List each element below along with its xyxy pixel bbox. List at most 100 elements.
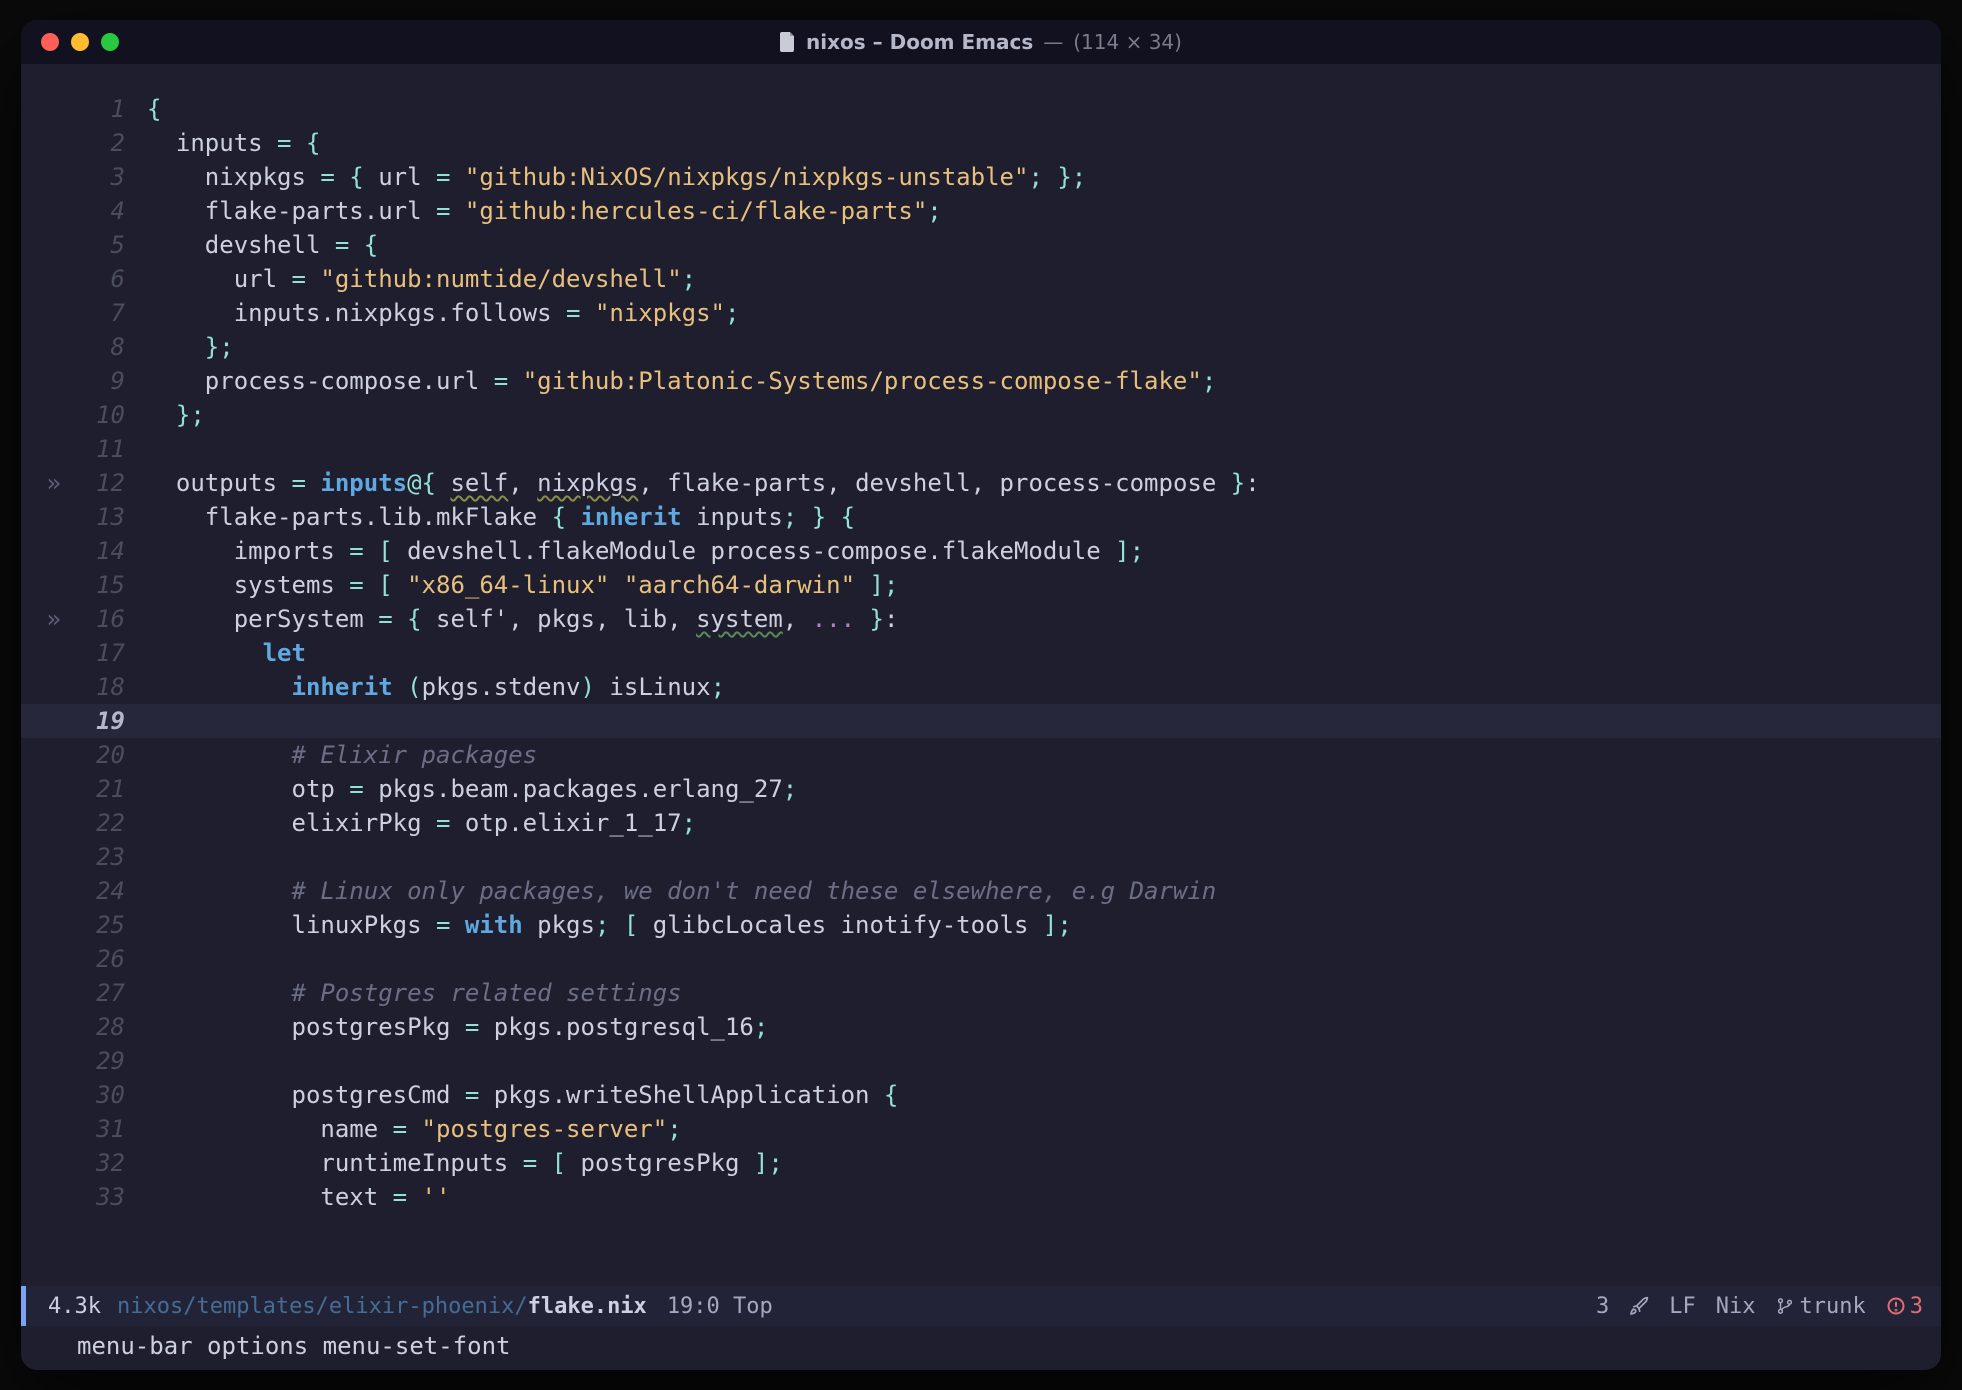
editor: 1{2 inputs = {3 nixpkgs = { url = "githu… <box>21 64 1941 1370</box>
code-line[interactable]: 17 let <box>21 636 1941 670</box>
code-line[interactable]: 15 systems = [ "x86_64-linux" "aarch64-d… <box>21 568 1941 602</box>
line-number: 14 <box>67 534 147 568</box>
minimize-button[interactable] <box>71 33 89 51</box>
code-line[interactable]: 26 <box>21 942 1941 976</box>
code-line[interactable]: 25 linuxPkgs = with pkgs; [ glibcLocales… <box>21 908 1941 942</box>
code-content: }; <box>147 398 205 432</box>
cursor-position: 19:0 Top <box>647 1294 773 1319</box>
code-line[interactable]: 31 name = "postgres-server"; <box>21 1112 1941 1146</box>
code-line[interactable]: 28 postgresPkg = pkgs.postgresql_16; <box>21 1010 1941 1044</box>
code-line[interactable]: »16 perSystem = { self', pkgs, lib, syst… <box>21 602 1941 636</box>
code-line[interactable]: 27 # Postgres related settings <box>21 976 1941 1010</box>
code-content: perSystem = { self', pkgs, lib, system, … <box>147 602 898 636</box>
mode-line: 4.3k nixos/templates/elixir-phoenix/ fla… <box>21 1286 1941 1326</box>
code-line[interactable]: 2 inputs = { <box>21 126 1941 160</box>
code-line[interactable]: 5 devshell = { <box>21 228 1941 262</box>
line-number: 8 <box>67 330 147 364</box>
gutter-mark <box>21 364 67 398</box>
code-line[interactable]: 6 url = "github:numtide/devshell"; <box>21 262 1941 296</box>
file-size: 4.3k <box>26 1294 117 1319</box>
code-content: name = "postgres-server"; <box>147 1112 682 1146</box>
code-line[interactable]: 8 }; <box>21 330 1941 364</box>
code-line[interactable]: 22 elixirPkg = otp.elixir_1_17; <box>21 806 1941 840</box>
line-ending: LF <box>1669 1294 1696 1319</box>
code-line[interactable]: 9 process-compose.url = "github:Platonic… <box>21 364 1941 398</box>
gutter-mark <box>21 942 67 976</box>
code-line[interactable]: 11 <box>21 432 1941 466</box>
gutter-mark <box>21 1044 67 1078</box>
code-line[interactable]: 18 inherit (pkgs.stdenv) isLinux; <box>21 670 1941 704</box>
checker-count: 3 <box>1596 1294 1609 1319</box>
line-number: 15 <box>67 568 147 602</box>
gutter-mark <box>21 670 67 704</box>
code-content: nixpkgs = { url = "github:NixOS/nixpkgs/… <box>147 160 1086 194</box>
code-content: imports = [ devshell.flakeModule process… <box>147 534 1144 568</box>
code-content: elixirPkg = otp.elixir_1_17; <box>147 806 696 840</box>
code-line[interactable]: 30 postgresCmd = pkgs.writeShellApplicat… <box>21 1078 1941 1112</box>
gutter-mark <box>21 296 67 330</box>
line-number: 21 <box>67 772 147 806</box>
code-content: flake-parts.lib.mkFlake { inherit inputs… <box>147 500 855 534</box>
line-number: 10 <box>67 398 147 432</box>
gutter-mark <box>21 126 67 160</box>
code-content: process-compose.url = "github:Platonic-S… <box>147 364 1216 398</box>
minibuffer[interactable]: menu-bar options menu-set-font <box>21 1326 1941 1370</box>
code-line[interactable]: 29 <box>21 1044 1941 1078</box>
code-content: runtimeInputs = [ postgresPkg ]; <box>147 1146 783 1180</box>
gutter-mark <box>21 806 67 840</box>
code-content: systems = [ "x86_64-linux" "aarch64-darw… <box>147 568 898 602</box>
gutter-mark <box>21 262 67 296</box>
code-content: flake-parts.url = "github:hercules-ci/fl… <box>147 194 942 228</box>
code-line[interactable]: 13 flake-parts.lib.mkFlake { inherit inp… <box>21 500 1941 534</box>
line-number: 11 <box>67 432 147 466</box>
code-line[interactable]: 14 imports = [ devshell.flakeModule proc… <box>21 534 1941 568</box>
code-line[interactable]: 20 # Elixir packages <box>21 738 1941 772</box>
line-number: 31 <box>67 1112 147 1146</box>
code-line[interactable]: 10 }; <box>21 398 1941 432</box>
close-button[interactable] <box>41 33 59 51</box>
gutter-mark <box>21 1146 67 1180</box>
line-number: 33 <box>67 1180 147 1214</box>
line-number: 16 <box>67 602 147 636</box>
code-content: inputs.nixpkgs.follows = "nixpkgs"; <box>147 296 739 330</box>
gutter-mark <box>21 636 67 670</box>
code-content: otp = pkgs.beam.packages.erlang_27; <box>147 772 797 806</box>
code-area[interactable]: 1{2 inputs = {3 nixpkgs = { url = "githu… <box>21 92 1941 1286</box>
line-number: 9 <box>67 364 147 398</box>
code-content: # Elixir packages <box>147 738 537 772</box>
gutter-mark: » <box>21 602 67 636</box>
line-number: 18 <box>67 670 147 704</box>
line-number: 22 <box>67 806 147 840</box>
code-content: outputs = inputs@{ self, nixpkgs, flake-… <box>147 466 1260 500</box>
line-number: 17 <box>67 636 147 670</box>
line-number: 1 <box>67 92 147 126</box>
code-content: postgresPkg = pkgs.postgresql_16; <box>147 1010 768 1044</box>
line-number: 5 <box>67 228 147 262</box>
code-line[interactable]: 21 otp = pkgs.beam.packages.erlang_27; <box>21 772 1941 806</box>
code-line[interactable]: 7 inputs.nixpkgs.follows = "nixpkgs"; <box>21 296 1941 330</box>
line-number: 2 <box>67 126 147 160</box>
code-content: }; <box>147 330 234 364</box>
code-line[interactable]: 33 text = '' <box>21 1180 1941 1214</box>
gutter-mark <box>21 398 67 432</box>
gutter-mark <box>21 432 67 466</box>
code-line[interactable]: 3 nixpkgs = { url = "github:NixOS/nixpkg… <box>21 160 1941 194</box>
code-line[interactable]: 1{ <box>21 92 1941 126</box>
line-number: 6 <box>67 262 147 296</box>
code-line[interactable]: 24 # Linux only packages, we don't need … <box>21 874 1941 908</box>
zoom-button[interactable] <box>101 33 119 51</box>
line-number: 25 <box>67 908 147 942</box>
code-line[interactable]: 19 <box>21 704 1941 738</box>
emacs-window: nixos – Doom Emacs — (114 × 34) 1{2 inpu… <box>21 20 1941 1370</box>
gutter-mark <box>21 568 67 602</box>
file-path-name: flake.nix <box>528 1294 647 1319</box>
gutter-mark <box>21 330 67 364</box>
code-line[interactable]: 23 <box>21 840 1941 874</box>
code-line[interactable]: 32 runtimeInputs = [ postgresPkg ]; <box>21 1146 1941 1180</box>
code-line[interactable]: »12 outputs = inputs@{ self, nixpkgs, fl… <box>21 466 1941 500</box>
gutter-mark <box>21 1010 67 1044</box>
gutter-mark <box>21 92 67 126</box>
git-branch-icon <box>1776 1297 1794 1315</box>
code-line[interactable]: 4 flake-parts.url = "github:hercules-ci/… <box>21 194 1941 228</box>
window-title: nixos – Doom Emacs — (114 × 34) <box>21 30 1941 54</box>
